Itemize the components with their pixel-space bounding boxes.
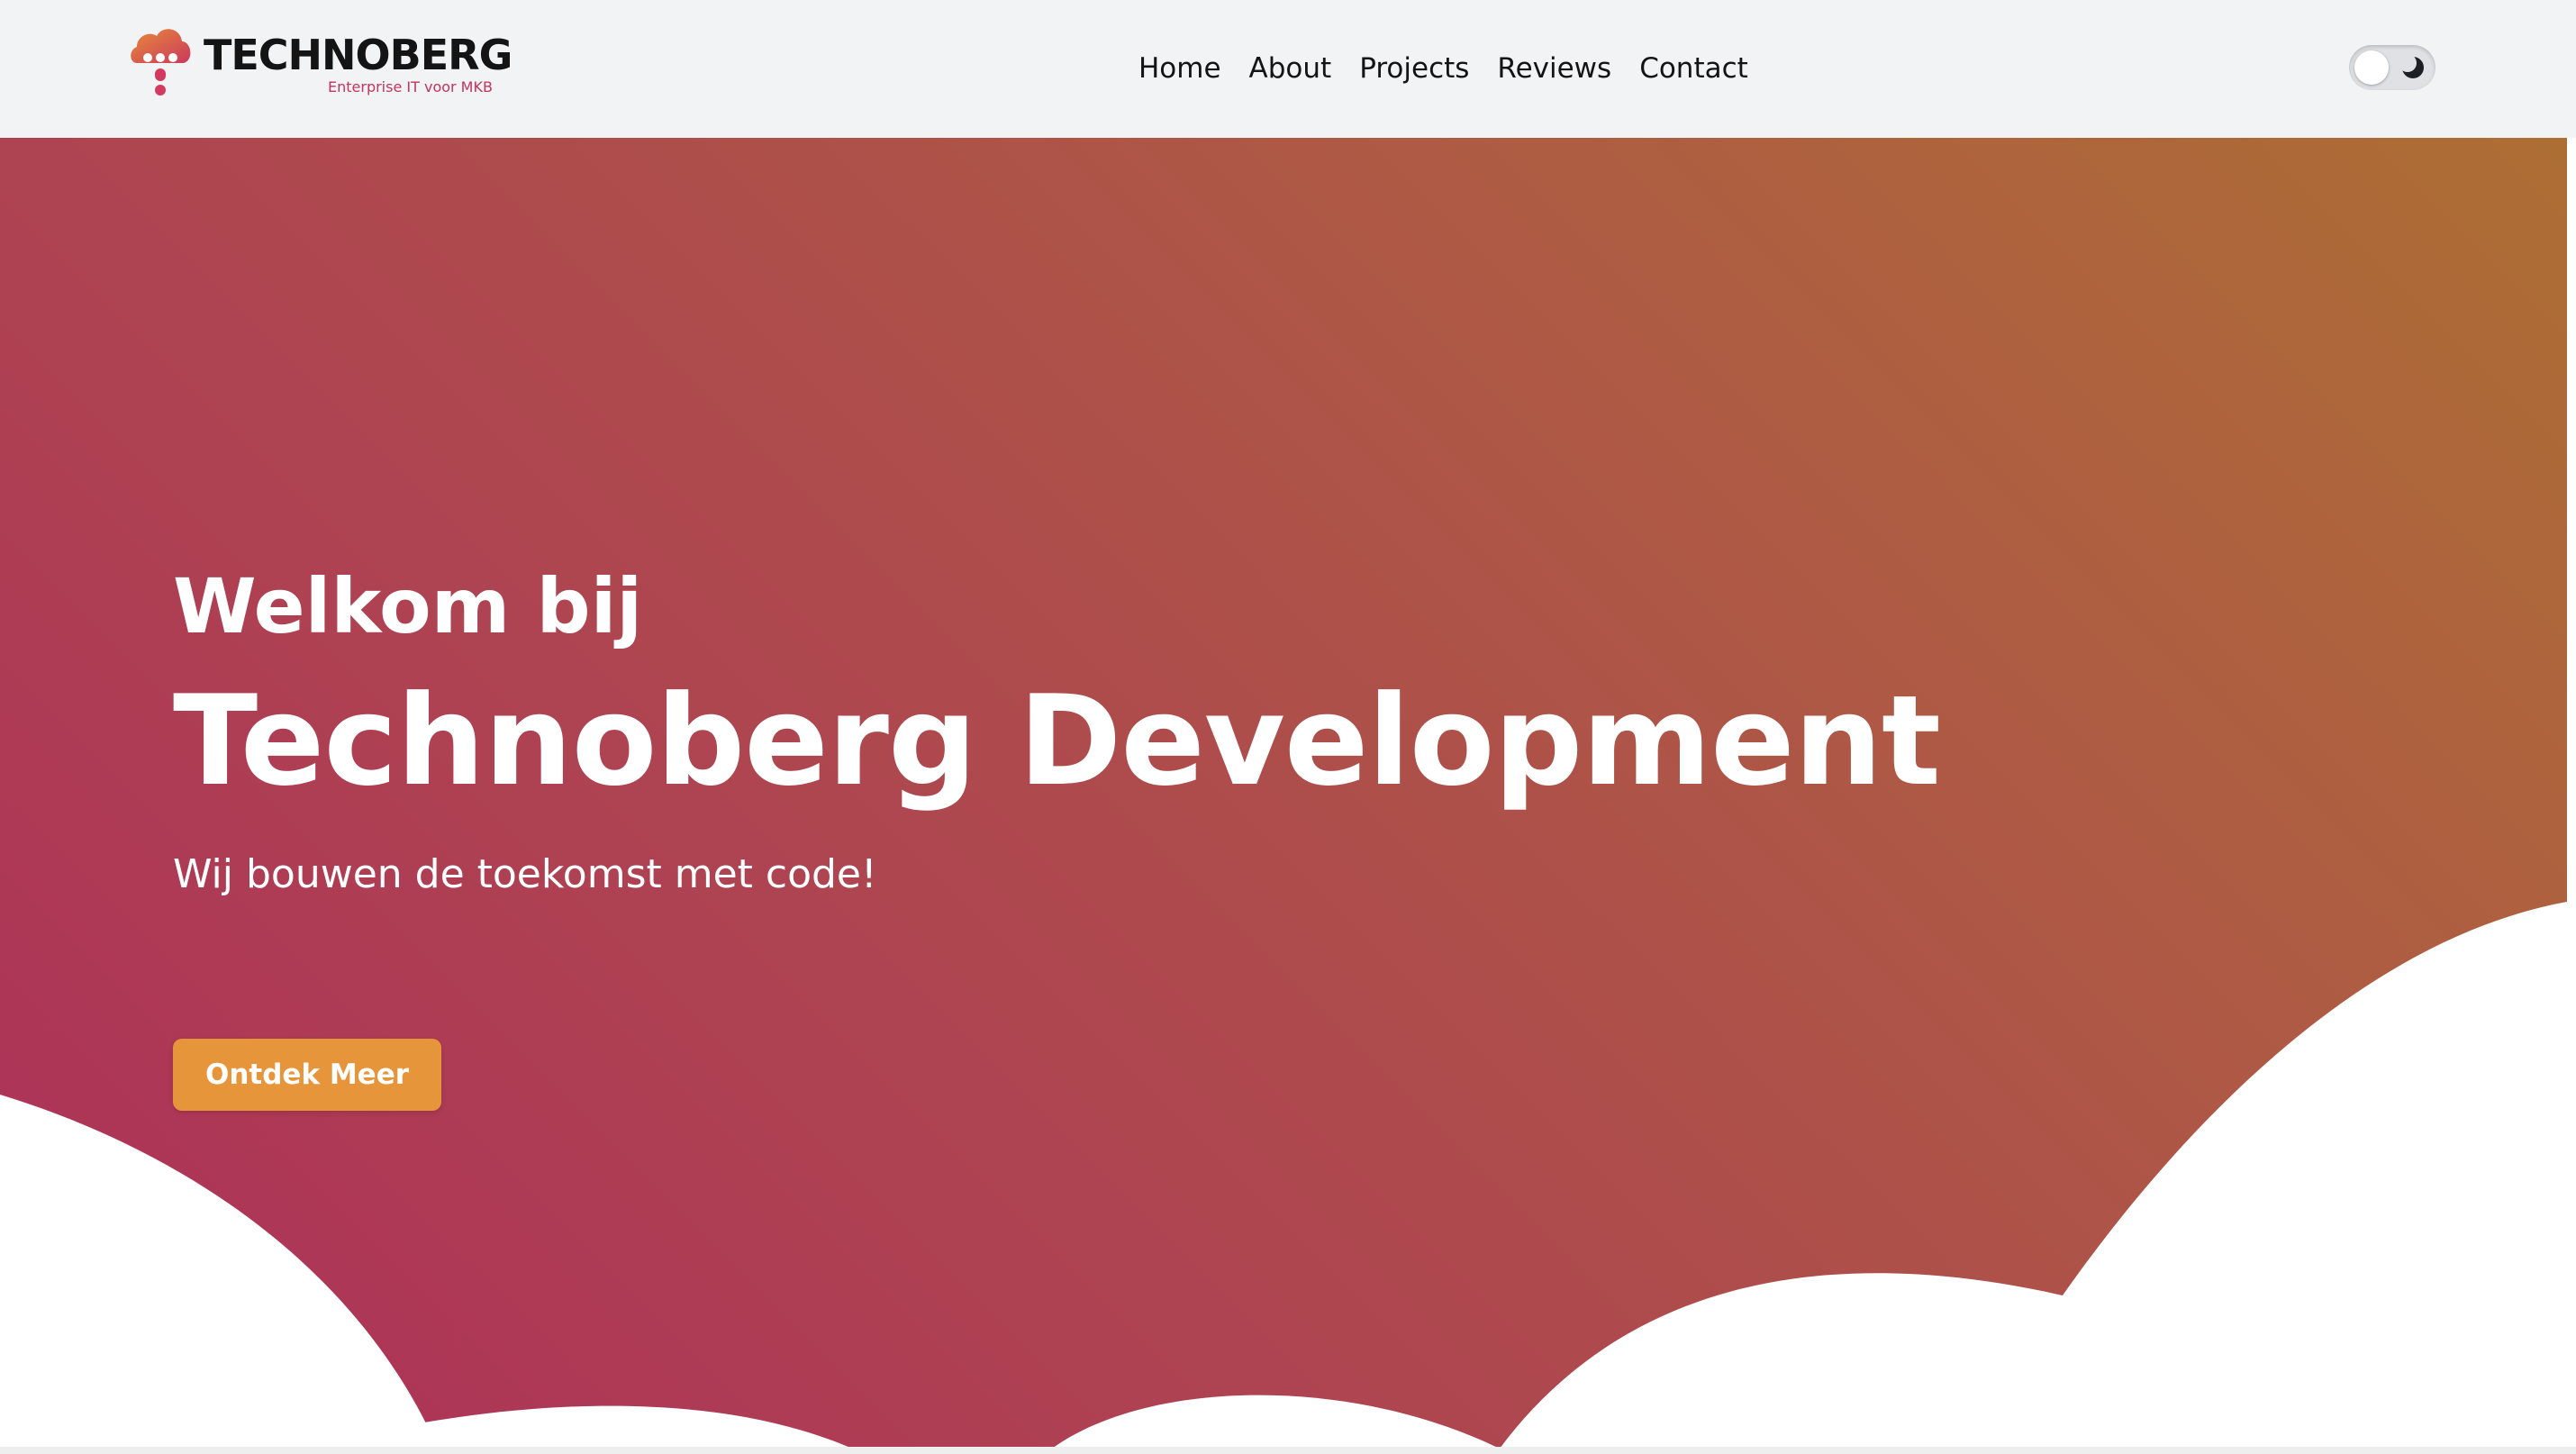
cloud-right [1500,902,2567,1454]
toggle-knob [2354,50,2389,85]
nav-item-reviews[interactable]: Reviews [1497,52,1611,85]
cloud-logo-icon [131,29,191,95]
hero-greeting: Welkom bij [173,562,643,650]
site-header: TECHNOBERG Enterprise IT voor MKB Home A… [0,0,2576,138]
nav-item-home[interactable]: Home [1138,52,1221,85]
brand-logo[interactable]: TECHNOBERG Enterprise IT voor MKB [128,23,542,105]
cloud-center [1045,1395,1500,1454]
main-nav: Home About Projects Reviews Contact [1138,45,1748,92]
moon-icon [2399,54,2424,78]
theme-toggle[interactable] [2349,45,2435,90]
nav-item-projects[interactable]: Projects [1359,52,1469,85]
brand-tagline: Enterprise IT voor MKB [328,78,493,95]
page: Welkom bij Technoberg Development Wij bo… [0,0,2576,1454]
nav-item-about[interactable]: About [1249,52,1332,85]
cloud-left [0,1095,428,1454]
nav-item-contact[interactable]: Contact [1639,52,1748,85]
hero-section: Welkom bij Technoberg Development Wij bo… [0,138,2567,1454]
divider [0,1447,2576,1454]
hero-title: Technoberg Development [173,668,1941,813]
discover-more-button[interactable]: Ontdek Meer [173,1039,441,1111]
scrollbar-gutter [2567,0,2576,1454]
hero-subtitle: Wij bouwen de toekomst met code! [173,851,877,897]
brand-name: TECHNOBERG [204,31,512,79]
